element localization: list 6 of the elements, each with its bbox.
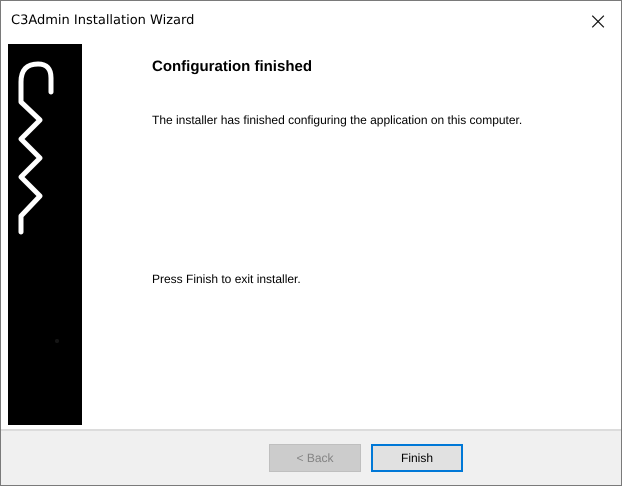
status-message: The installer has finished configuring the application on this computer.	[152, 113, 522, 127]
close-button[interactable]: ×	[575, 1, 621, 40]
finish-button[interactable]: Finish	[371, 444, 463, 472]
window-title: C3Admin Installation Wizard	[11, 13, 194, 28]
page-heading: Configuration finished	[152, 58, 313, 75]
instruction-text: Press Finish to exit installer.	[152, 272, 302, 286]
